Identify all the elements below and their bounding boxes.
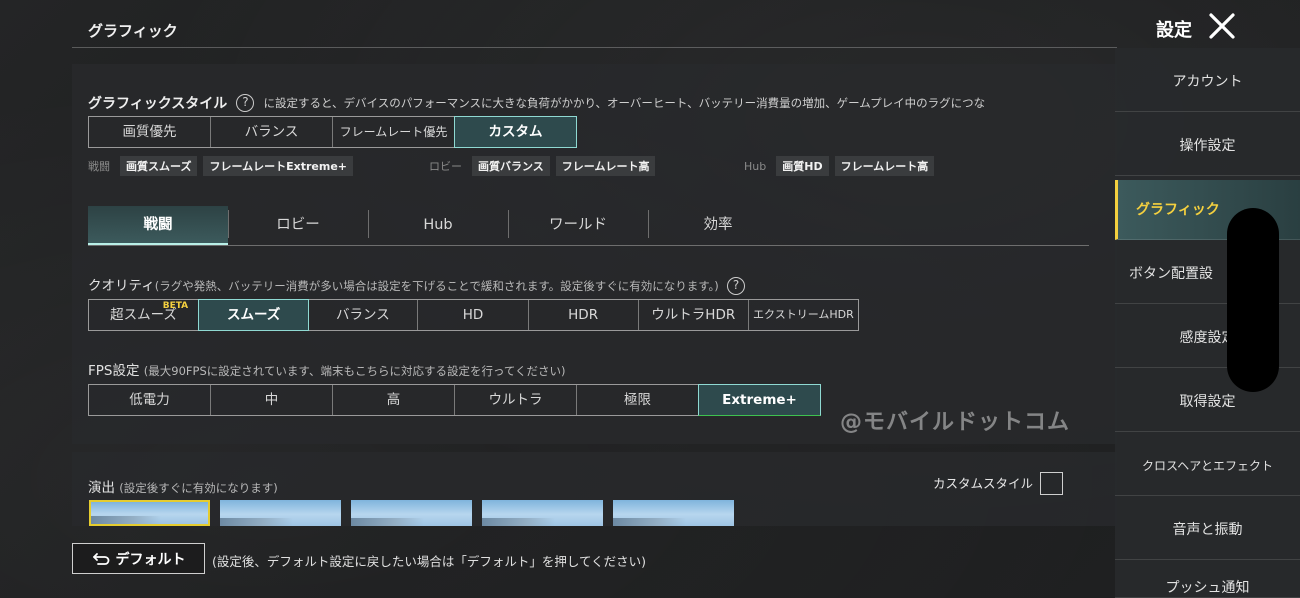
- watermark: @モバイルドットコム: [840, 410, 1071, 435]
- preset-hub-fps: フレームレート高: [834, 156, 935, 176]
- quality-option-hd[interactable]: HD: [418, 300, 529, 330]
- quality-selector: 超スムーズ BETA スムーズ バランス HD HDR ウルトラHDR エクスト…: [88, 299, 859, 331]
- close-icon: [1209, 13, 1235, 39]
- fps-option-medium[interactable]: 中: [211, 385, 333, 415]
- quality-label: クオリティ: [88, 278, 155, 294]
- effect-thumbnail[interactable]: [220, 500, 341, 526]
- effect-thumbnail[interactable]: [613, 500, 734, 526]
- default-note: (設定後、デフォルト設定に戻したい場合は「デフォルト」を押してください): [212, 554, 647, 569]
- preset-lobby: ロビー 画質バランス フレームレート高: [429, 156, 656, 176]
- sidebar-item-crosshair[interactable]: クロスヘアとエフェクト: [1115, 436, 1300, 496]
- preset-lobby-fps: フレームレート高: [555, 156, 656, 176]
- fps-label: FPS設定: [88, 363, 140, 379]
- graphics-style-selector: 画質優先 バランス フレームレート優先 カスタム: [88, 116, 577, 148]
- preset-battle: 戦闘 画質スムーズ フレームレートExtreme+: [88, 156, 354, 176]
- preset-hub-quality: 画質HD: [776, 156, 829, 176]
- custom-style-label: カスタムスタイル: [933, 476, 1034, 491]
- preset-hub-label: Hub: [744, 159, 767, 173]
- preset-battle-quality: 画質スムーズ: [120, 156, 198, 176]
- style-option-custom[interactable]: カスタム: [454, 116, 577, 148]
- effect-thumbnail[interactable]: [482, 500, 603, 526]
- default-button-label: デフォルト: [115, 551, 186, 568]
- quality-note: (ラグや発熱、バッテリー消費が多い場合は設定を下げることで緩和されます。設定後す…: [154, 279, 719, 293]
- preset-battle-label: 戦闘: [88, 160, 110, 173]
- style-option-framerate[interactable]: フレームレート優先: [333, 117, 455, 147]
- tab-battle[interactable]: 戦闘: [88, 206, 228, 245]
- effects-label-row: 演出 (設定後すぐに有効になります): [88, 476, 278, 496]
- sidebar-item-push[interactable]: プッシュ通知: [1115, 564, 1300, 598]
- scrollbar-overlay[interactable]: [1227, 208, 1279, 392]
- undo-arrow-icon: [92, 552, 109, 565]
- fps-selector: 低電力 中 高 ウルトラ 極限 Extreme+: [88, 384, 821, 416]
- effect-thumbnail[interactable]: [89, 500, 210, 526]
- graphics-settings-panel: グラフィックスタイル ? に設定すると、デバイスのパフォーマンスに大きな負荷がか…: [72, 64, 1117, 444]
- effects-label: 演出: [88, 480, 115, 496]
- tab-hub[interactable]: Hub: [368, 206, 508, 245]
- style-option-quality[interactable]: 画質優先: [89, 117, 211, 147]
- question-icon[interactable]: ?: [727, 277, 746, 295]
- settings-title: 設定: [1156, 20, 1192, 41]
- tab-efficiency[interactable]: 効率: [648, 206, 788, 245]
- effects-note: (設定後すぐに有効になります): [119, 481, 278, 495]
- quality-option-hdr[interactable]: HDR: [529, 300, 639, 330]
- page-header: グラフィック: [72, 0, 1117, 48]
- default-button[interactable]: デフォルト: [72, 543, 205, 574]
- fps-option-extreme-plus[interactable]: Extreme+: [698, 384, 821, 416]
- fps-label-row: FPS設定 (最大90FPSに設定されています、端末もこちらに対応する設定を行っ…: [88, 359, 566, 379]
- fps-option-high[interactable]: 高: [333, 385, 455, 415]
- custom-style-checkbox[interactable]: [1040, 472, 1063, 495]
- fps-option-low-power[interactable]: 低電力: [89, 385, 211, 415]
- quality-label-row: クオリティ(ラグや発熱、バッテリー消費が多い場合は設定を下げることで緩和されます…: [88, 274, 749, 295]
- fps-option-ultra[interactable]: ウルトラ: [455, 385, 577, 415]
- question-icon[interactable]: ?: [236, 93, 255, 112]
- graphics-style-description: に設定すると、デバイスのパフォーマンスに大きな負荷がかかり、オーバーヒート、バッ…: [263, 95, 986, 110]
- tab-world[interactable]: ワールド: [508, 206, 648, 245]
- quality-option-smooth[interactable]: スムーズ: [198, 299, 310, 331]
- style-option-balance[interactable]: バランス: [211, 117, 333, 147]
- sidebar-item-audio[interactable]: 音声と振動: [1115, 500, 1300, 560]
- quality-option-balance[interactable]: バランス: [308, 300, 419, 330]
- effect-thumbnail[interactable]: [351, 500, 472, 526]
- sidebar-item-controls[interactable]: 操作設定: [1115, 116, 1300, 176]
- fps-note: (最大90FPSに設定されています、端末もこちらに対応する設定を行ってください): [143, 364, 566, 378]
- preset-lobby-label: ロビー: [429, 160, 462, 173]
- tab-lobby[interactable]: ロビー: [228, 206, 368, 245]
- preset-lobby-quality: 画質バランス: [472, 156, 550, 176]
- preset-battle-fps: フレームレートExtreme+: [203, 156, 354, 176]
- quality-option-ultra-smooth[interactable]: 超スムーズ BETA: [89, 300, 200, 330]
- close-button[interactable]: [1206, 10, 1238, 42]
- quality-option-extreme-hdr[interactable]: エクストリームHDR: [749, 300, 858, 330]
- preset-hub: Hub 画質HD フレームレート高: [744, 156, 935, 176]
- sidebar-item-account[interactable]: アカウント: [1115, 52, 1300, 112]
- graphics-style-row: グラフィックスタイル ? に設定すると、デバイスのパフォーマンスに大きな負荷がか…: [88, 92, 1098, 112]
- quality-option-ultra-hdr[interactable]: ウルトラHDR: [639, 300, 749, 330]
- page-title: グラフィック: [88, 22, 178, 40]
- graphics-style-label: グラフィックスタイル: [88, 95, 228, 112]
- mode-tabs: 戦闘 ロビー Hub ワールド 効率: [88, 206, 1089, 246]
- effects-thumbnails: [89, 500, 734, 526]
- fps-option-extreme[interactable]: 極限: [577, 385, 699, 415]
- beta-badge: BETA: [162, 301, 189, 311]
